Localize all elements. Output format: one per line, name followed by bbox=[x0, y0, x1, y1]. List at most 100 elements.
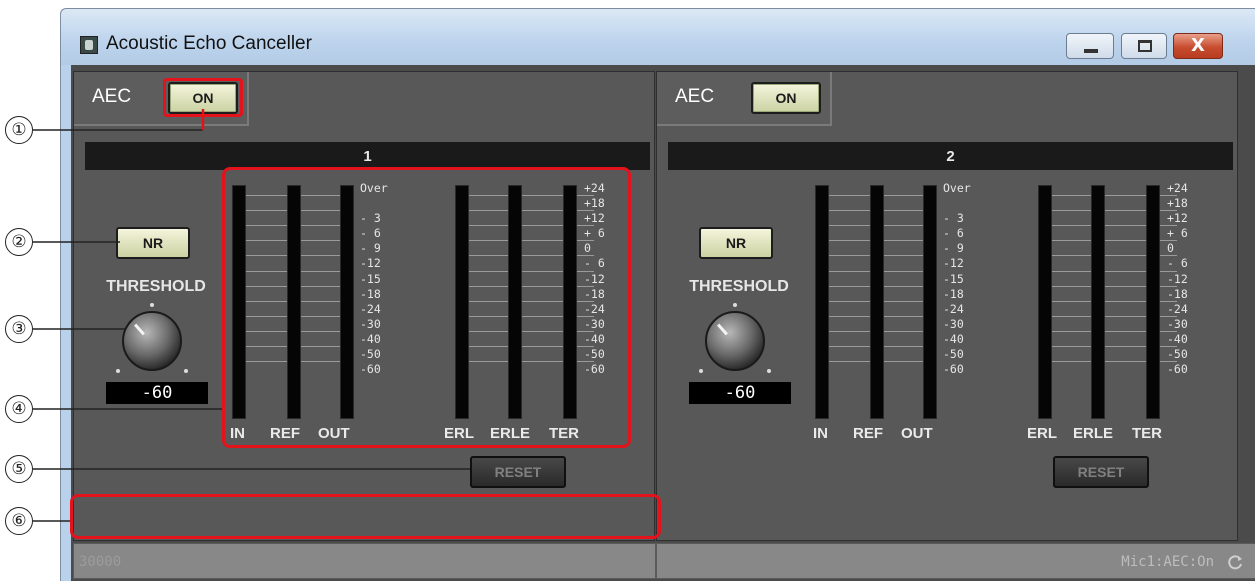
meter-gridline bbox=[522, 330, 563, 332]
meter-in-label: IN bbox=[230, 425, 245, 442]
threshold-value[interactable]: -60 bbox=[106, 382, 208, 404]
ter-meter bbox=[563, 185, 577, 419]
reset-button[interactable]: RESET bbox=[470, 456, 566, 488]
meter-gridline bbox=[1105, 361, 1146, 363]
channel-panel-1: AEC ON 1 NR THRESHOLD -60 RESET Over - 3… bbox=[73, 71, 655, 541]
out-meter bbox=[340, 185, 354, 419]
meter-gridline bbox=[469, 285, 508, 287]
meter-gridline bbox=[469, 240, 508, 242]
meter-gridline bbox=[1052, 240, 1091, 242]
meter-gridline bbox=[884, 361, 923, 363]
meter-gridline bbox=[469, 361, 508, 363]
meter-gridline bbox=[301, 270, 340, 272]
meter-gridline bbox=[1105, 195, 1146, 196]
meter-gridline bbox=[884, 300, 923, 302]
aec-box: AEC ON bbox=[74, 72, 249, 126]
title-bar[interactable]: Acoustic Echo Canceller X bbox=[61, 9, 1255, 65]
meter-gridline bbox=[829, 361, 870, 363]
meter-gridline bbox=[884, 240, 923, 242]
knob-max-mark bbox=[184, 369, 188, 373]
meter-gridline bbox=[301, 255, 340, 257]
meter-gridline bbox=[1052, 210, 1091, 212]
knob-min-mark bbox=[699, 369, 703, 373]
meter-gridline bbox=[246, 210, 287, 212]
meter-gridline bbox=[246, 300, 287, 302]
callout-6: ⑥ bbox=[5, 507, 33, 535]
meter-gridline bbox=[246, 285, 287, 287]
meter-gridline bbox=[829, 346, 870, 347]
aec-label: AEC bbox=[675, 86, 715, 107]
meter-gridline bbox=[246, 330, 287, 332]
meter-gridline bbox=[1105, 225, 1146, 227]
meter-gridline bbox=[884, 225, 923, 227]
meter-gridline bbox=[301, 300, 340, 302]
callout-2: ② bbox=[5, 228, 33, 256]
out-meter bbox=[923, 185, 937, 419]
meter-erl-label: ERL bbox=[444, 425, 474, 442]
erle-meter bbox=[1091, 185, 1105, 419]
meter-gridline bbox=[829, 285, 870, 287]
maximize-button[interactable] bbox=[1121, 33, 1167, 59]
refresh-icon[interactable] bbox=[1226, 553, 1244, 571]
meter-gridline bbox=[1105, 210, 1146, 212]
meter-gridline bbox=[1052, 225, 1091, 227]
meter-gridline bbox=[301, 195, 340, 196]
device-id: 30000 bbox=[79, 554, 122, 570]
meter-gridline bbox=[301, 346, 340, 347]
meter-gridline bbox=[246, 361, 287, 363]
aec-on-button[interactable]: ON bbox=[168, 82, 238, 114]
meter-gridline bbox=[1105, 315, 1146, 317]
meter-gridline bbox=[522, 255, 563, 257]
aec-box: AEC ON bbox=[657, 72, 832, 126]
knob-max-mark bbox=[767, 369, 771, 373]
meter-gridline bbox=[522, 270, 563, 272]
meter-gridline bbox=[1052, 270, 1091, 272]
meter-gridline bbox=[246, 225, 287, 227]
meter-gridline bbox=[1052, 315, 1091, 317]
close-button[interactable]: X bbox=[1173, 33, 1223, 59]
left-meter-scale: Over - 3 - 6 - 9 -12 -15 -18 -24 -30 -40… bbox=[360, 181, 388, 377]
callout-3: ③ bbox=[5, 315, 33, 343]
meter-gridline bbox=[1052, 361, 1091, 363]
minimize-button[interactable] bbox=[1066, 33, 1114, 59]
meter-gridline bbox=[469, 225, 508, 227]
meter-gridline bbox=[246, 346, 287, 347]
meter-ter-label: TER bbox=[549, 425, 579, 442]
meter-gridline bbox=[884, 255, 923, 257]
app-icon bbox=[80, 36, 98, 54]
client-area: AEC ON 1 NR THRESHOLD -60 RESET Over - 3… bbox=[71, 65, 1255, 581]
channel-status-area-1 bbox=[73, 543, 656, 579]
nr-button[interactable]: NR bbox=[699, 227, 773, 259]
meter-gridline bbox=[884, 285, 923, 287]
maximize-icon bbox=[1138, 40, 1152, 52]
meter-gridline bbox=[301, 315, 340, 317]
meter-gridline bbox=[1105, 285, 1146, 287]
meter-gridline bbox=[469, 330, 508, 332]
window-title: Acoustic Echo Canceller bbox=[106, 33, 312, 54]
meter-gridline bbox=[522, 210, 563, 212]
meter-gridline bbox=[1052, 330, 1091, 332]
meter-gridline bbox=[829, 270, 870, 272]
minimize-icon bbox=[1084, 49, 1098, 53]
knob-min-mark bbox=[116, 369, 120, 373]
ref-meter bbox=[870, 185, 884, 419]
erl-meter bbox=[455, 185, 469, 419]
right-meter-scale: +24 +18 +12 + 6 0 - 6 -12 -18 -24 -30 -4… bbox=[584, 181, 605, 377]
knob-top-mark bbox=[150, 303, 154, 307]
meter-gridline bbox=[884, 210, 923, 212]
meter-gridline bbox=[246, 195, 287, 196]
meter-gridline bbox=[522, 346, 563, 347]
knob-pointer bbox=[134, 323, 145, 336]
meter-gridline bbox=[469, 315, 508, 317]
aec-on-button[interactable]: ON bbox=[751, 82, 821, 114]
meter-gridline bbox=[522, 285, 563, 287]
nr-button[interactable]: NR bbox=[116, 227, 190, 259]
reset-button[interactable]: RESET bbox=[1053, 456, 1149, 488]
threshold-value[interactable]: -60 bbox=[689, 382, 791, 404]
threshold-knob[interactable] bbox=[122, 311, 182, 371]
meter-gridline bbox=[469, 270, 508, 272]
threshold-knob[interactable] bbox=[705, 311, 765, 371]
meter-erle-label: ERLE bbox=[490, 425, 531, 442]
meter-gridline bbox=[884, 270, 923, 272]
channel-number-bar: 2 bbox=[668, 142, 1233, 170]
